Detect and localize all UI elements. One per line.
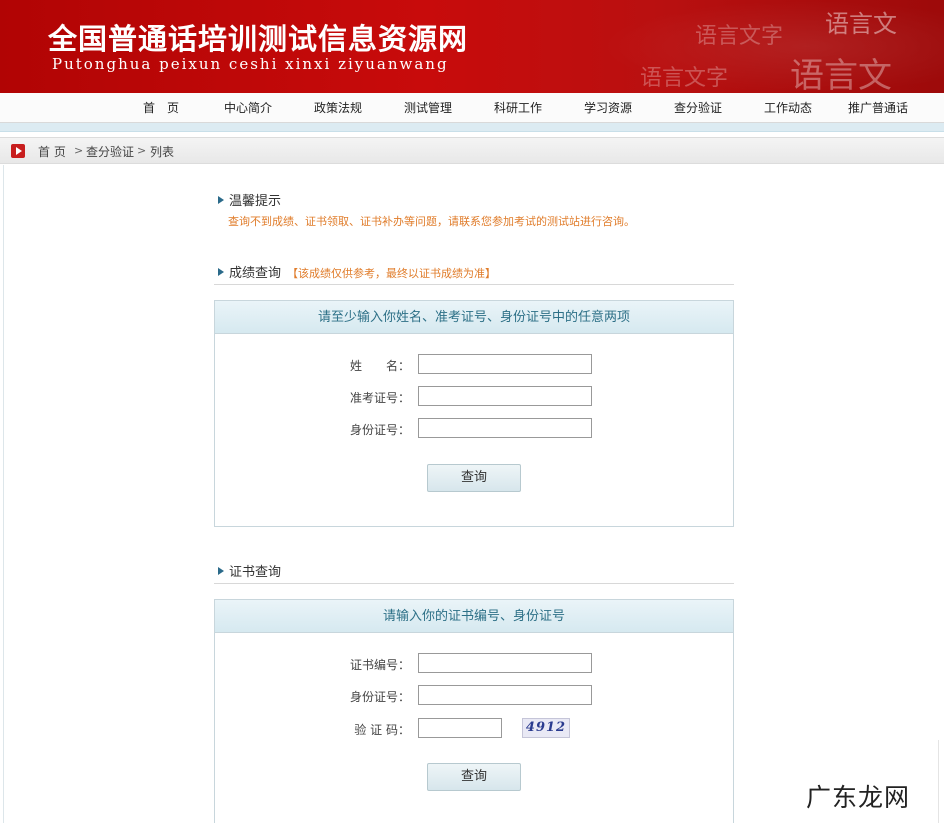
captcha-input[interactable]	[418, 718, 502, 738]
site-subtitle: Putonghua peixun ceshi xinxi ziyuanwang	[52, 55, 449, 73]
captcha-label: 验 证 码：	[354, 723, 410, 737]
site-banner: 语言文字 语言文 语言文字 语言文 全国普通话培训测试信息资源网 Putongh…	[0, 0, 944, 93]
section-divider	[214, 583, 734, 584]
breadcrumb: 首 页 > 查分验证 > 列表	[0, 137, 944, 164]
nav-item-score-verify[interactable]: 查分验证	[674, 93, 722, 123]
watermark: 广东龙网	[806, 783, 911, 812]
breadcrumb-play-icon	[11, 144, 25, 158]
cert-query-panel-title: 请输入你的证书编号、身份证号	[215, 600, 733, 633]
nav-item-news[interactable]: 工作动态	[764, 93, 812, 123]
site-title: 全国普通话培训测试信息资源网	[48, 22, 469, 56]
content-border	[3, 165, 4, 823]
exam-no-label: 准考证号：	[350, 391, 411, 405]
name-input[interactable]	[418, 354, 592, 374]
cert-query-heading-text: 证书查询	[229, 565, 282, 580]
cert-id-no-label: 身份证号：	[350, 690, 411, 704]
name-label: 姓 名：	[350, 359, 411, 373]
banner-decor-text: 语言文字	[695, 24, 784, 49]
tips-text: 查询不到成绩、证书领取、证书补办等问题，请联系您参加考试的测试站进行咨询。	[228, 215, 635, 228]
triangle-icon	[218, 268, 224, 276]
score-query-panel-title: 请至少输入你姓名、准考证号、身份证号中的任意两项	[215, 301, 733, 334]
breadcrumb-home[interactable]: 首 页	[38, 143, 66, 160]
cert-no-label: 证书编号：	[350, 658, 411, 672]
triangle-icon	[218, 196, 224, 204]
nav-item-policy[interactable]: 政策法规	[314, 93, 362, 123]
banner-decor-text: 语言文	[825, 10, 897, 38]
main-nav: 首 页 中心简介 政策法规 测试管理 科研工作 学习资源 查分验证 工作动态 推…	[0, 93, 944, 123]
nav-item-promote[interactable]: 推广普通话	[848, 93, 908, 123]
triangle-icon	[218, 567, 224, 575]
nav-item-learning[interactable]: 学习资源	[584, 93, 632, 123]
cert-query-heading: 证书查询	[218, 561, 281, 580]
score-query-panel: 请至少输入你姓名、准考证号、身份证号中的任意两项	[214, 300, 734, 527]
score-query-hint: 【该成绩仅供参考，最终以证书成绩为准】	[287, 267, 497, 280]
breadcrumb-section[interactable]: 查分验证	[86, 143, 134, 160]
cert-no-input[interactable]	[418, 653, 592, 673]
score-query-heading: 成绩查询 【该成绩仅供参考，最终以证书成绩为准】	[218, 262, 496, 281]
score-query-button[interactable]: 查询	[427, 464, 521, 492]
nav-item-home[interactable]: 首 页	[143, 93, 179, 123]
cert-id-no-input[interactable]	[418, 685, 592, 705]
score-query-heading-text: 成绩查询	[229, 266, 282, 281]
banner-decor-text: 语言文	[790, 56, 892, 93]
nav-item-about[interactable]: 中心简介	[224, 93, 272, 123]
captcha-image[interactable]: 4912	[522, 718, 570, 738]
content-border	[938, 740, 939, 823]
exam-no-input[interactable]	[418, 386, 592, 406]
nav-strip	[0, 123, 944, 132]
breadcrumb-sep: >	[137, 144, 147, 157]
nav-item-research[interactable]: 科研工作	[494, 93, 542, 123]
section-divider	[214, 284, 734, 285]
tips-heading: 温馨提示	[218, 190, 281, 209]
tips-heading-text: 温馨提示	[229, 194, 282, 209]
breadcrumb-sep: >	[74, 144, 84, 157]
id-no-input[interactable]	[418, 418, 592, 438]
banner-decor-text: 语言文字	[640, 66, 729, 91]
id-no-label: 身份证号：	[350, 423, 411, 437]
cert-query-button[interactable]: 查询	[427, 763, 521, 791]
nav-item-test-management[interactable]: 测试管理	[404, 93, 452, 123]
breadcrumb-current: 列表	[150, 145, 175, 159]
